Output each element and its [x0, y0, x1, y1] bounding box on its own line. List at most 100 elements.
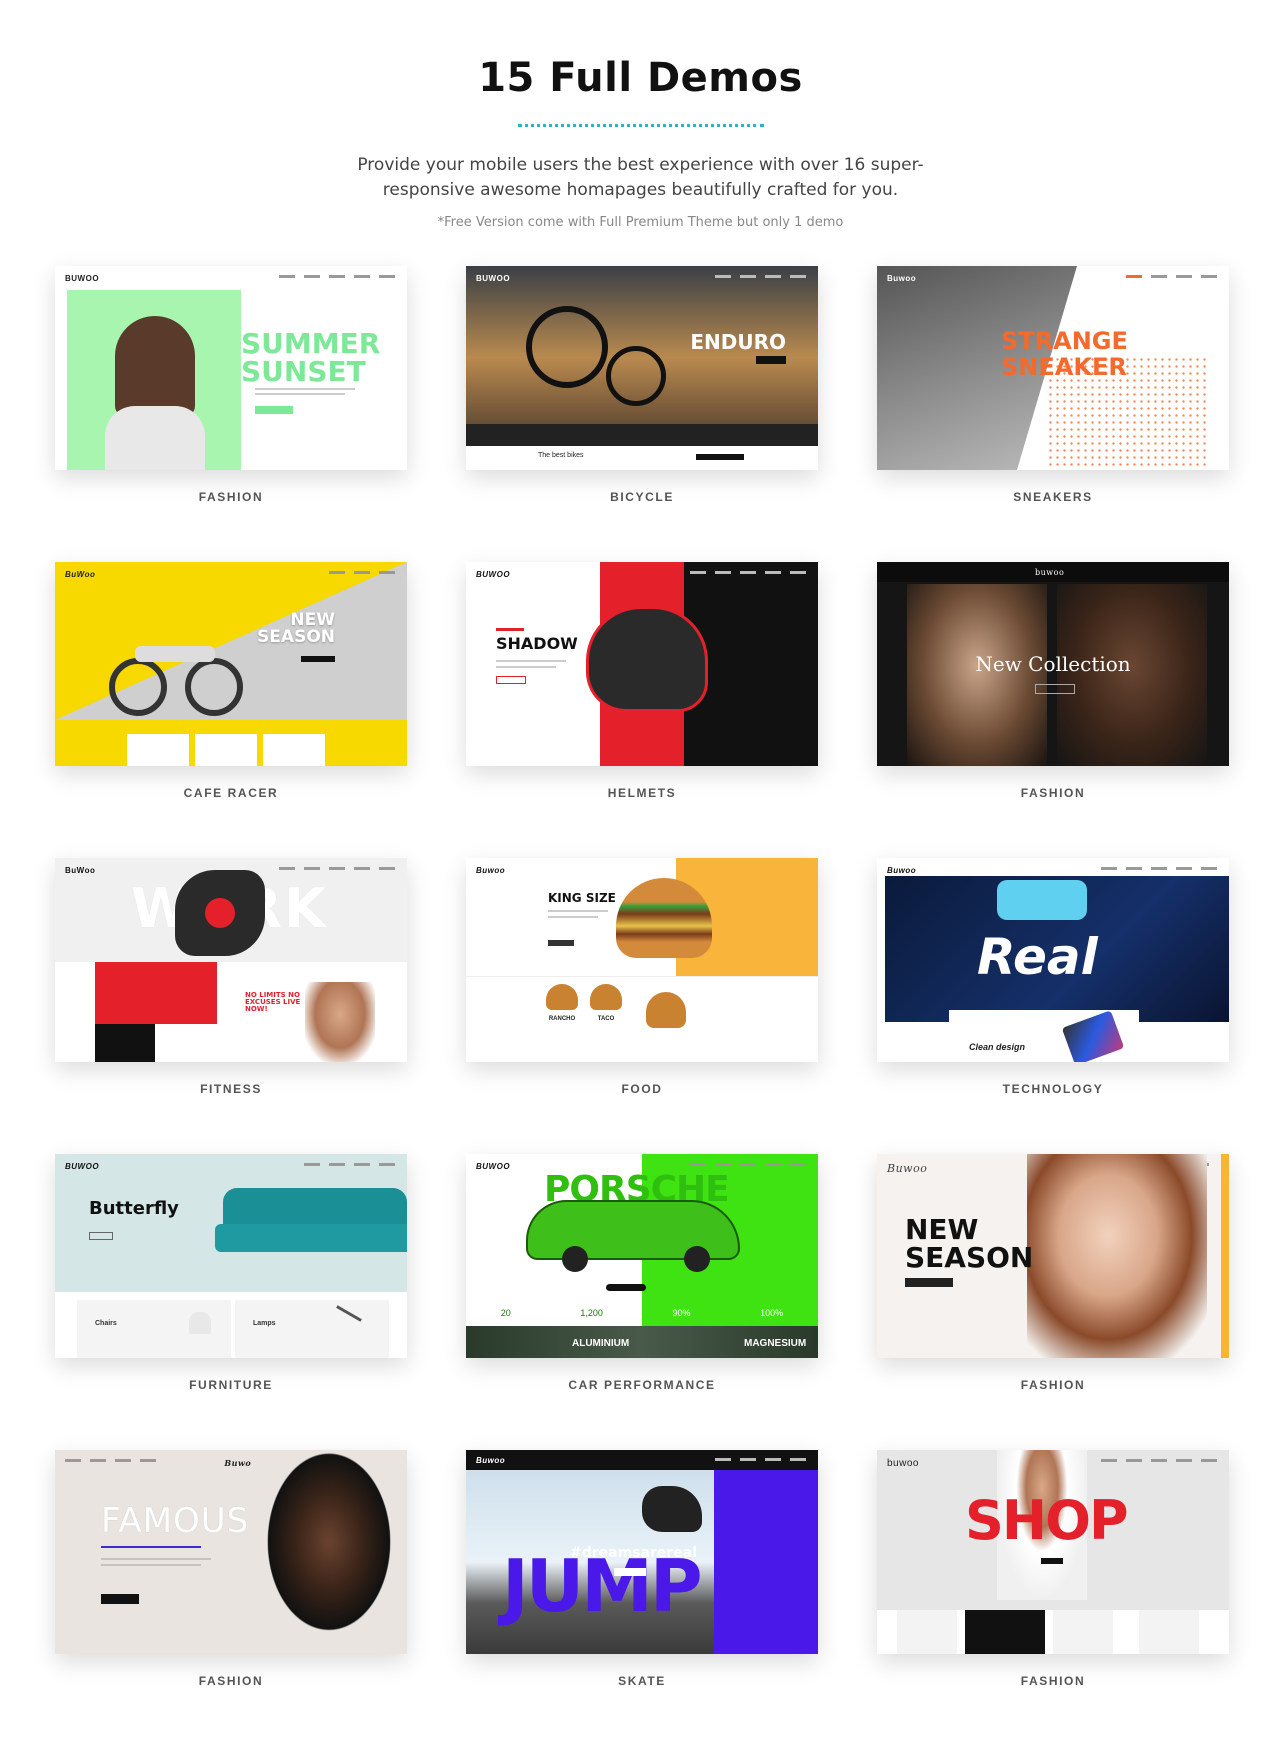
demo-thumbnail[interactable]: Buwoo STRANGE SNEAKER: [877, 266, 1229, 470]
demo-logo: BUWOO: [476, 274, 511, 283]
demo-card[interactable]: BUWOO Butterfly Chairs Lamps FURNITURE: [55, 1154, 407, 1450]
demo-logo: buwoo: [1035, 568, 1065, 577]
demo-logo: BUWOO: [65, 274, 100, 283]
category-item: Chairs: [95, 1320, 117, 1327]
demo-card[interactable]: BUWOO PORSCHE 20 1,200 90% 100% ALUMINIU…: [466, 1154, 818, 1450]
demo-thumbnail[interactable]: Buwoo KING SIZE RANCHO TACO: [466, 858, 818, 1062]
demo-grid: BUWOO SUMMER SUNSET FASHION BUWOO ENDURO: [55, 266, 1229, 1746]
demo-label: HELMETS: [607, 786, 677, 800]
demo-headline: NEW SEASON: [257, 610, 335, 647]
demo-thumbnail[interactable]: Buwoo JUMP #dreamsarereal: [466, 1450, 818, 1654]
free-version-note: *Free Version come with Full Premium The…: [437, 215, 844, 230]
demo-card[interactable]: buwoo SHOP FASHION: [877, 1450, 1229, 1746]
demo-card[interactable]: Buwoo FAMOUS FASHION: [55, 1450, 407, 1746]
demo-thumbnail[interactable]: BUWOO ENDURO The best bikes: [466, 266, 818, 470]
stat-value: 100%: [760, 1308, 784, 1318]
demo-headline: NEW SEASON: [905, 1213, 1034, 1274]
demo-card[interactable]: Buwoo KING SIZE RANCHO TACO FOOD: [466, 858, 818, 1154]
demo-card[interactable]: BUWOO SUMMER SUNSET FASHION: [55, 266, 407, 562]
demo-logo: Buwoo: [476, 866, 506, 875]
demo-nav: [715, 275, 806, 278]
model-image: [1027, 1154, 1207, 1358]
demo-thumbnail[interactable]: BuWoo WORK NO LIMITS NO EXCUSES LIVE NOW…: [55, 858, 407, 1062]
demo-card[interactable]: Buwoo JUMP #dreamsarereal SKATE: [466, 1450, 818, 1746]
demo-tag: #dreamsarereal: [570, 1545, 698, 1561]
demo-headline: ENDURO: [690, 330, 786, 354]
section-subtitle: Provide your mobile users the best exper…: [357, 155, 924, 200]
demo-headline: KING SIZE: [548, 891, 616, 905]
demo-label: SKATE: [618, 1674, 666, 1688]
demo-label: FITNESS: [200, 1082, 262, 1096]
stat-value: 1,200: [580, 1308, 603, 1318]
demo-nav: [1126, 275, 1217, 278]
demo-card[interactable]: BUWOO ENDURO The best bikes BICYCLE: [466, 266, 818, 562]
demo-label: FASHION: [1020, 1674, 1086, 1688]
demo-headline: Butterfly: [89, 1198, 179, 1219]
demo-headline: New Collection: [975, 652, 1131, 676]
demo-card[interactable]: Buwoo Real Clean design TECHNOLOGY: [877, 858, 1229, 1154]
demo-nav: [690, 571, 806, 574]
demo-nav: [690, 1163, 806, 1166]
demo-logo: BUWOO: [65, 1162, 100, 1171]
demo-thumbnail[interactable]: BUWOO Butterfly Chairs Lamps: [55, 1154, 407, 1358]
demo-label: FASHION: [1020, 786, 1086, 800]
demo-logo: buwoo: [887, 1458, 919, 1469]
demo-logo: BuWoo: [65, 866, 96, 875]
demo-card[interactable]: BuWoo WORK NO LIMITS NO EXCUSES LIVE NOW…: [55, 858, 407, 1154]
demo-headline: Real: [977, 928, 1098, 986]
demo-nav: [304, 1163, 395, 1166]
demo-label: BICYCLE: [610, 490, 674, 504]
motorbike-image: [109, 658, 167, 716]
demo-thumbnail[interactable]: Buwoo NEW SEASON: [877, 1154, 1229, 1358]
demo-headline: SHOP: [965, 1489, 1129, 1552]
demo-logo: BUWOO: [476, 1162, 511, 1171]
strip-label: MAGNESIUM: [744, 1338, 807, 1349]
helmet-image: [586, 606, 708, 712]
stat-value: 20: [500, 1308, 511, 1318]
demo-headline: SHADOW: [496, 634, 578, 653]
demo-card[interactable]: BUWOO SHADOW HELMETS: [466, 562, 818, 858]
demo-thumbnail[interactable]: Buwoo Real Clean design: [877, 858, 1229, 1062]
demo-nav: [715, 1458, 806, 1461]
demo-card[interactable]: BuWoo NEW SEASON CAFE RACER: [55, 562, 407, 858]
demo-thumbnail[interactable]: BuWoo NEW SEASON: [55, 562, 407, 766]
demo-label: TECHNOLOGY: [1002, 1082, 1104, 1096]
demo-nav: [65, 1459, 156, 1462]
demo-thumbnail[interactable]: BUWOO SUMMER SUNSET: [55, 266, 407, 470]
demo-headline: FAMOUS: [101, 1501, 250, 1541]
demo-nav: [1101, 867, 1217, 870]
model-image: [115, 316, 195, 416]
demo-nav: [329, 571, 395, 574]
demo-thumbnail[interactable]: buwoo New Collection: [877, 562, 1229, 766]
demo-label: FASHION: [198, 490, 264, 504]
demo-logo: BUWOO: [476, 570, 511, 579]
category-item: Lamps: [253, 1320, 276, 1327]
demo-label: FURNITURE: [189, 1378, 273, 1392]
demo-thumbnail[interactable]: Buwoo FAMOUS: [55, 1450, 407, 1654]
demos-section: 15 Full Demos Provide your mobile users …: [0, 0, 1281, 1688]
title-divider: [517, 124, 764, 127]
demo-label: SNEAKERS: [1013, 490, 1093, 504]
food-item: TACO: [597, 1016, 615, 1022]
demo-thumbnail[interactable]: BUWOO SHADOW: [466, 562, 818, 766]
demo-thumbnail[interactable]: BUWOO PORSCHE 20 1,200 90% 100% ALUMINIU…: [466, 1154, 818, 1358]
demo-card[interactable]: Buwoo STRANGE SNEAKER SNEAKERS: [877, 266, 1229, 562]
demo-label: FASHION: [198, 1674, 264, 1688]
model-image: [251, 1450, 407, 1654]
demo-headline: SUMMER SUNSET: [241, 327, 381, 388]
demo-label: CAFE RACER: [183, 786, 279, 800]
demo-card[interactable]: Buwoo NEW SEASON FASHION: [877, 1154, 1229, 1450]
demo-nav: [279, 275, 395, 278]
demo-logo: Buwoo: [476, 1456, 506, 1465]
demo-label: FOOD: [621, 1082, 663, 1096]
demo-subheadline: NO LIMITS NO EXCUSES LIVE NOW!: [245, 991, 301, 1013]
food-item: RANCHO: [548, 1016, 576, 1022]
demo-thumbnail[interactable]: buwoo SHOP: [877, 1450, 1229, 1654]
demo-caption: Clean design: [969, 1042, 1026, 1052]
demo-card[interactable]: buwoo New Collection FASHION: [877, 562, 1229, 858]
demo-logo: BuWoo: [65, 570, 96, 579]
vr-image: [997, 880, 1087, 920]
demo-label: CAR PERFORMANCE: [568, 1378, 716, 1392]
demo-footer-text: The best bikes: [538, 452, 584, 459]
section-title: 15 Full Demos: [478, 55, 803, 101]
